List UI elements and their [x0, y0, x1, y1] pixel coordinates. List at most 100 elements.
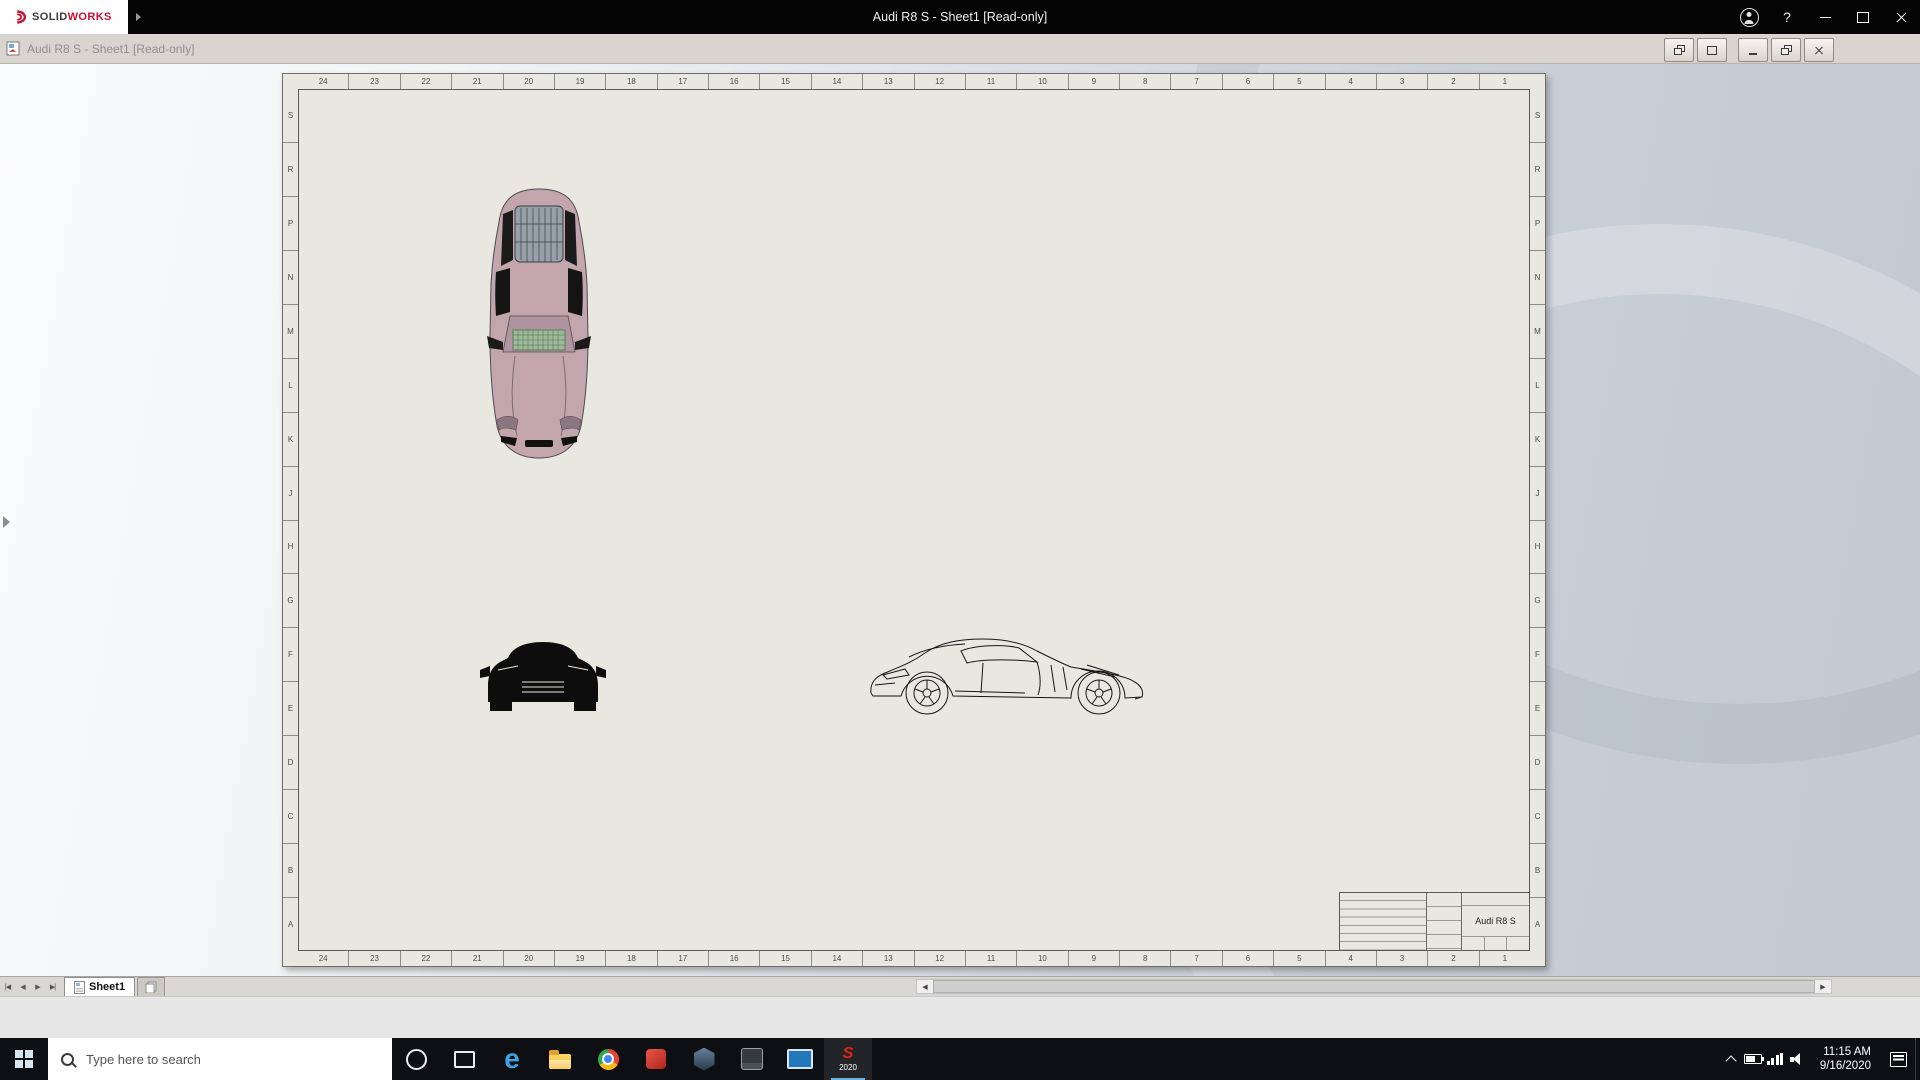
zone-label: 17	[657, 74, 708, 89]
taskbar-app-blue-icon[interactable]	[776, 1038, 824, 1080]
zone-label: 2	[1427, 951, 1478, 966]
add-sheet-button[interactable]	[137, 977, 165, 996]
close-button[interactable]	[1882, 0, 1920, 34]
horizontal-scrollbar[interactable]: ◀ ▶	[916, 979, 1832, 994]
sheet-tab-sheet1[interactable]: Sheet1	[64, 977, 135, 996]
zone-label: M	[283, 304, 298, 358]
doc-minimize-icon	[1749, 53, 1757, 55]
battery-status[interactable]	[1742, 1038, 1764, 1080]
menu-flyout-arrow-icon[interactable]	[136, 13, 141, 21]
taskbar-task-view-icon[interactable]	[440, 1038, 488, 1080]
battery-icon	[1744, 1054, 1762, 1064]
start-button[interactable]	[0, 1038, 48, 1080]
zone-label: S	[283, 89, 298, 142]
zone-label: C	[283, 789, 298, 843]
zone-label: C	[1530, 789, 1545, 843]
title-block-name-section: Audi R8 S	[1462, 893, 1529, 950]
zone-label: 16	[708, 74, 759, 89]
app-red-icon	[646, 1049, 666, 1069]
zone-label: P	[283, 196, 298, 250]
chevron-up-icon	[1725, 1055, 1736, 1066]
search-input[interactable]	[84, 1051, 338, 1068]
help-button[interactable]: ?	[1768, 0, 1806, 34]
zone-label: F	[283, 627, 298, 681]
doc-restore-button[interactable]	[1771, 38, 1801, 62]
scrollbar-thumb[interactable]	[933, 980, 1815, 993]
close-icon	[1895, 11, 1908, 24]
doc-minimize-button[interactable]	[1738, 38, 1768, 62]
scroll-left-arrow[interactable]: ◀	[917, 980, 933, 993]
maximize-icon	[1857, 12, 1869, 23]
zone-label: 3	[1376, 74, 1427, 89]
sheet-zone-band-left: SRPNMLKJHGFEDCBA	[283, 89, 298, 951]
drawing-view-front[interactable]	[478, 630, 608, 717]
drawing-view-top[interactable]	[477, 184, 601, 462]
doc-close-button[interactable]	[1804, 38, 1834, 62]
zone-label: 24	[298, 951, 348, 966]
zone-label: J	[283, 466, 298, 520]
zone-label: S	[1530, 89, 1545, 142]
doc-cascade-button[interactable]	[1664, 38, 1694, 62]
solidworks-logo-icon	[10, 9, 28, 25]
title-block: Audi R8 S	[1339, 892, 1530, 951]
taskbar-edrawings-icon[interactable]	[680, 1038, 728, 1080]
zone-label: 20	[503, 74, 554, 89]
taskbar-clock[interactable]: 11:15 AM 9/16/2020	[1808, 1045, 1881, 1073]
zone-label: G	[283, 573, 298, 627]
user-account-button[interactable]	[1730, 0, 1768, 34]
tray-overflow-button[interactable]	[1720, 1038, 1742, 1080]
taskbar-app-dark-icon[interactable]	[728, 1038, 776, 1080]
zone-label: 15	[759, 951, 810, 966]
doc-tile-button[interactable]	[1697, 38, 1727, 62]
zone-label: 21	[451, 951, 502, 966]
taskbar-file-explorer-icon[interactable]	[536, 1038, 584, 1080]
edrawings-icon	[694, 1048, 715, 1071]
maximize-button[interactable]	[1844, 0, 1882, 34]
sheet-nav-first-button[interactable]: |◀	[0, 979, 15, 995]
cascade-icon	[1674, 45, 1685, 55]
zone-label: 11	[965, 951, 1016, 966]
zone-label: B	[1530, 843, 1545, 897]
sheet-nav-next-button[interactable]: ▶	[30, 979, 45, 995]
sheet-nav-last-button[interactable]: ▶|	[45, 979, 60, 995]
taskbar-solidworks-icon[interactable]: S2020	[824, 1038, 872, 1080]
zone-label: 23	[348, 74, 399, 89]
zone-label: 8	[1119, 74, 1170, 89]
search-icon	[61, 1053, 74, 1066]
taskbar-chrome-icon[interactable]	[584, 1038, 632, 1080]
volume-status[interactable]	[1786, 1038, 1808, 1080]
drawing-view-side[interactable]	[865, 635, 1149, 717]
action-center-button[interactable]	[1881, 1038, 1915, 1080]
zone-label: L	[1530, 358, 1545, 412]
edge-icon: e	[504, 1045, 520, 1073]
app-dark-icon	[741, 1048, 763, 1070]
taskbar-app-red-icon[interactable]	[632, 1038, 680, 1080]
zone-label: R	[283, 142, 298, 196]
file-explorer-icon	[549, 1054, 571, 1069]
solidworks-menu-button[interactable]: SOLIDWORKS	[0, 0, 128, 34]
brand-wordmark: SOLIDWORKS	[32, 11, 112, 23]
taskbar-edge-icon[interactable]: e	[488, 1038, 536, 1080]
clock-time: 11:15 AM	[1823, 1045, 1871, 1059]
doc-restore-icon	[1781, 45, 1792, 55]
taskbar-cortana-icon[interactable]	[392, 1038, 440, 1080]
zone-label: A	[283, 897, 298, 951]
zone-label: J	[1530, 466, 1545, 520]
network-status[interactable]	[1764, 1038, 1786, 1080]
document-title: Audi R8 S - Sheet1 [Read-only]	[27, 42, 194, 56]
zone-label: 10	[1016, 74, 1067, 89]
titlebar-controls: ?	[1730, 0, 1920, 34]
zone-label: 13	[862, 74, 913, 89]
sheet-nav-prev-button[interactable]: ◀	[15, 979, 30, 995]
taskbar: e S2020 11:15 AM 9/16/2020	[0, 1038, 1920, 1080]
drawing-sheet[interactable]: 242322212019181716151413121110987654321 …	[282, 73, 1546, 967]
zone-label: E	[1530, 681, 1545, 735]
taskbar-search[interactable]	[48, 1038, 392, 1080]
featuremanager-flyout-arrow-icon[interactable]	[3, 516, 10, 528]
zone-label: 2	[1427, 74, 1478, 89]
show-desktop-button[interactable]	[1915, 1038, 1920, 1080]
minimize-button[interactable]	[1806, 0, 1844, 34]
zone-label: 13	[862, 951, 913, 966]
scroll-right-arrow[interactable]: ▶	[1815, 980, 1831, 993]
sheet-icon	[74, 981, 85, 994]
